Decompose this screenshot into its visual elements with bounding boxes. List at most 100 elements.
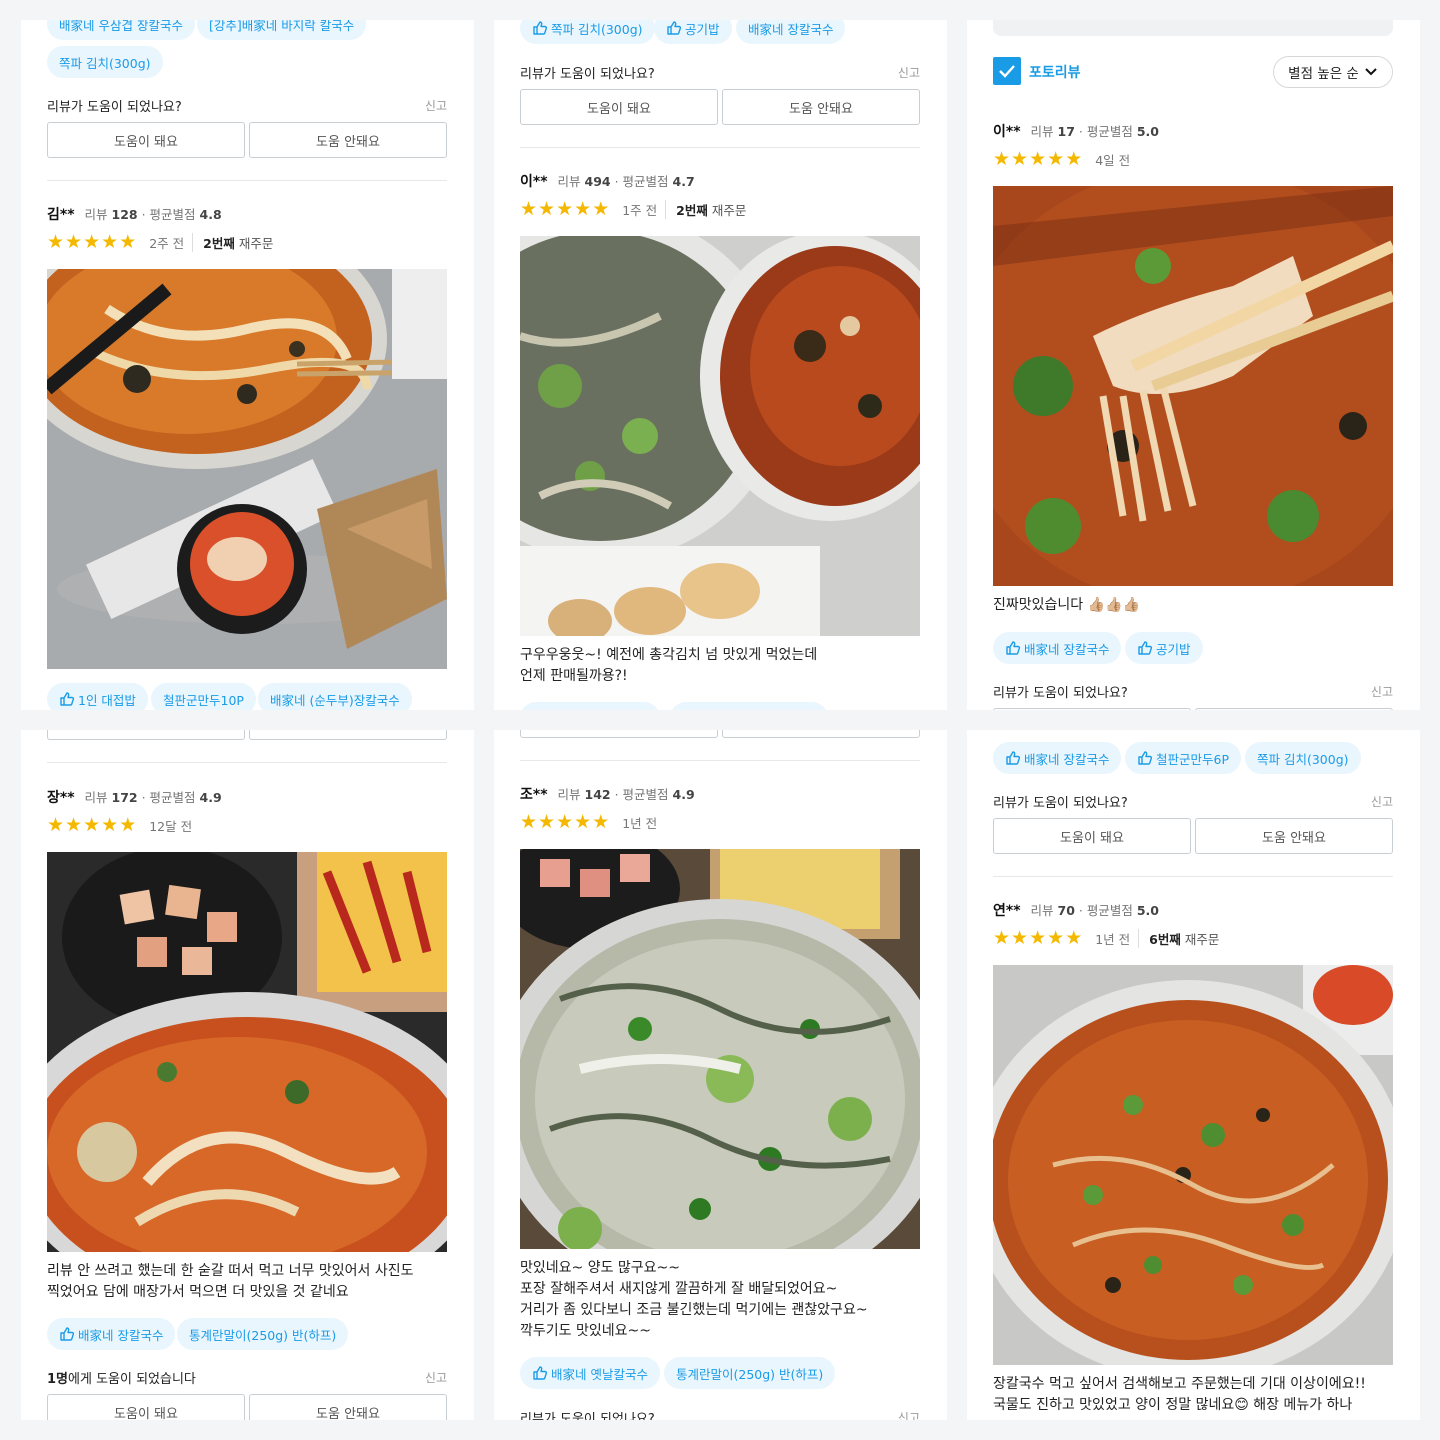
reviewer-meta: 김** 리뷰 128 · 평균별점 4.8 (47, 207, 222, 223)
menu-chip[interactable] (670, 702, 828, 710)
not-helpful-button[interactable]: 도움 안돼요 (249, 1394, 447, 1420)
sort-dropdown[interactable]: 별점 높은 순 (1273, 56, 1393, 88)
menu-chip[interactable]: 철판군만두6P (1125, 742, 1241, 774)
rating-row: ★ ★ ★ ★ ★ 12달 전 (47, 814, 192, 836)
menu-chip[interactable]: 공기밥 (1125, 632, 1203, 664)
star-icon: ★ (1029, 148, 1047, 170)
chip-label: 쪽파 김치(300g) (59, 55, 151, 71)
helpful-button[interactable]: 도움이 돼요 (520, 89, 718, 125)
chip-label: 통계란말이(250g) 반(하프) (676, 1366, 824, 1382)
review-date: 4일 전 (1095, 152, 1131, 168)
menu-chip[interactable]: 1인 대접밥 (47, 683, 148, 710)
thumbs-up-icon (1005, 640, 1021, 656)
divider (520, 147, 920, 148)
photo-review-checkbox[interactable] (993, 57, 1021, 85)
star-icon: ★ (993, 148, 1011, 170)
menu-chip[interactable]: 배家네 장칼국수 (993, 742, 1122, 774)
helpful-button[interactable] (47, 730, 245, 740)
review-photo[interactable] (520, 236, 920, 636)
menu-chip[interactable]: 배家네 옛날칼국수 (520, 1357, 660, 1389)
star-icon: ★ (101, 814, 119, 836)
menu-chip[interactable]: [강추]배家네 바지락 칼국수 (197, 20, 367, 40)
star-icon: ★ (83, 814, 101, 836)
menu-chip[interactable]: 통계란말이(250g) 반(하프) (177, 1318, 349, 1350)
review-photo[interactable] (993, 186, 1393, 586)
rating-row: ★ ★ ★ ★ ★ 4일 전 (993, 148, 1130, 170)
report-link[interactable]: 신고 (1371, 683, 1393, 700)
star-icon: ★ (556, 198, 574, 220)
menu-chip[interactable]: 배家네 장칼국수 (993, 632, 1122, 664)
not-helpful-button[interactable]: 도움 안돼요 (722, 89, 920, 125)
top-bar-remnant (993, 20, 1393, 36)
report-link[interactable]: 신고 (425, 1369, 447, 1386)
star-icon: ★ (119, 814, 137, 836)
star-icon: ★ (1011, 927, 1029, 949)
review-photo[interactable] (993, 965, 1393, 1365)
menu-chip[interactable]: 배家네 장칼국수 (47, 1318, 176, 1350)
reorder-badge: 2번째 재주문 (665, 199, 746, 219)
not-helpful-button[interactable]: 도움 안돼요 (1195, 818, 1393, 854)
menu-chip[interactable]: 공기밥 (654, 20, 732, 44)
chevron-down-icon (1365, 68, 1377, 76)
menu-chip[interactable]: 쪽파 김치(300g) (1245, 742, 1361, 774)
helpful-button[interactable]: 도움이 돼요 (47, 122, 245, 158)
chip-label: 배家네 (순두부)장칼국수 (270, 692, 400, 708)
report-link[interactable]: 신고 (1371, 793, 1393, 810)
review-panel-2: 쪽파 김치(300g) 공기밥 배家네 장칼국수 리뷰가 도움이 되었나요? 신… (494, 20, 947, 710)
reviewer-name: 이** (520, 174, 548, 190)
reviewer-meta: 이** 리뷰 17 · 평균별점 5.0 (993, 124, 1160, 140)
star-icon: ★ (538, 198, 556, 220)
review-panel-1: 배家네 우삼겹 장칼국수 [강추]배家네 바지락 칼국수 쪽파 김치(300g)… (21, 20, 474, 710)
review-date: 12달 전 (149, 818, 193, 834)
thumbs-up-icon (1005, 750, 1021, 766)
menu-chip[interactable]: 쪽파 김치(300g) (47, 46, 163, 78)
reviewer-name: 김** (47, 207, 75, 223)
divider (47, 180, 447, 181)
thumbs-up-icon (59, 691, 75, 707)
helpful-button[interactable]: 도움이 돼요 (993, 818, 1191, 854)
review-photo[interactable] (47, 269, 447, 669)
thumbs-up-icon (59, 1326, 75, 1342)
menu-chip[interactable]: 배家네 장칼국수 (736, 20, 846, 44)
menu-chip[interactable]: 철판군만두10P (151, 683, 256, 710)
star-icon: ★ (592, 811, 610, 833)
divider (993, 876, 1393, 877)
reviewer-meta: 이** 리뷰 494 · 평균별점 4.7 (520, 174, 695, 190)
rating-row: ★ ★ ★ ★ ★ 1년 전 (520, 811, 657, 833)
menu-chip[interactable]: 통계란말이(250g) 반(하프) (664, 1357, 836, 1389)
star-icon: ★ (574, 198, 592, 220)
review-text: 장칼국수 먹고 싶어서 검색해보고 주문했는데 기대 이상이에요!! 국물도 진… (993, 1376, 1366, 1413)
check-icon (999, 65, 1015, 78)
report-link[interactable]: 신고 (898, 64, 920, 81)
chip-label: [강추]배家네 바지락 칼국수 (209, 20, 355, 33)
review-panel-5: 조** 리뷰 142 · 평균별점 4.9 ★ ★ ★ ★ ★ 1년 전 맛있네요~ 양도… (494, 730, 947, 1420)
help-question: 리뷰가 도움이 되었나요? (993, 796, 1128, 811)
review-text: 리뷰 안 쓰려고 했는데 한 숟갈 떠서 먹고 너무 맛있어서 사진도 찍었어요… (47, 1263, 414, 1300)
report-link[interactable]: 신고 (898, 1409, 920, 1420)
thumbs-up-icon (532, 20, 548, 36)
not-helpful-button[interactable] (1195, 708, 1393, 710)
menu-chip[interactable] (520, 702, 660, 710)
helpful-button[interactable]: 도움이 돼요 (47, 1394, 245, 1420)
rating-row: ★ ★ ★ ★ ★ 2주 전 2번째 재주문 (47, 231, 273, 253)
review-date: 1주 전 (622, 202, 658, 218)
review-photo[interactable] (47, 852, 447, 1252)
helpful-button[interactable] (520, 730, 718, 738)
report-link[interactable]: 신고 (425, 97, 447, 114)
menu-chip[interactable]: 배家네 (순두부)장칼국수 (258, 683, 412, 710)
chip-label: 철판군만두6P (1156, 751, 1229, 767)
helpful-button[interactable] (993, 708, 1191, 710)
chip-label: 배家네 장칼국수 (1024, 751, 1110, 767)
not-helpful-button[interactable] (249, 730, 447, 740)
chip-label: 배家네 장칼국수 (1024, 641, 1110, 657)
star-icon: ★ (1047, 927, 1065, 949)
chip-label: 공기밥 (685, 21, 720, 37)
not-helpful-button[interactable]: 도움 안돼요 (249, 122, 447, 158)
star-icon: ★ (1029, 927, 1047, 949)
reviewer-name: 이** (993, 124, 1021, 140)
menu-chip[interactable]: 배家네 우삼겹 장칼국수 (47, 20, 195, 40)
review-text: 구우우웅웃~! 예전에 총각김치 넘 맛있게 먹었는데 언제 판매될까용?! (520, 647, 818, 684)
menu-chip[interactable]: 쪽파 김치(300g) (520, 20, 655, 44)
review-photo[interactable] (520, 849, 920, 1249)
not-helpful-button[interactable] (722, 730, 920, 738)
